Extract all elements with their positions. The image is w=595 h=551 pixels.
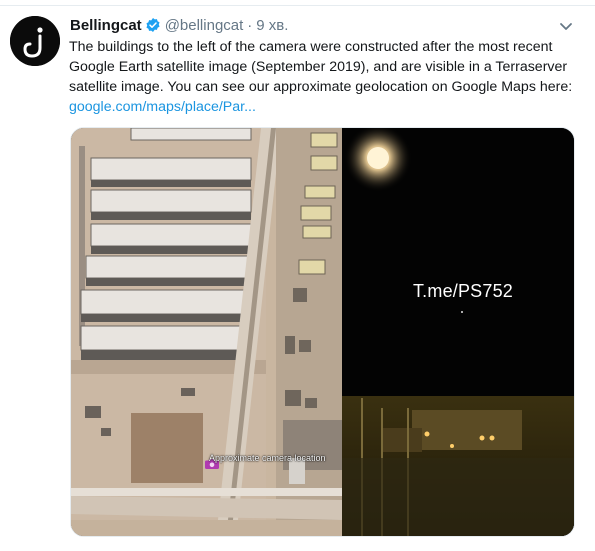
timestamp[interactable]: 9 хв. — [256, 17, 288, 34]
tweet-header: Bellingcat @bellingcat · 9 хв. — [70, 14, 288, 36]
tweet-text: The buildings to the left of the camera … — [69, 37, 579, 117]
separator-dot: · — [247, 16, 253, 34]
verified-badge-icon — [146, 18, 160, 32]
chevron-down-icon[interactable] — [556, 16, 576, 36]
camera-location-label: Approximate camera location — [209, 453, 326, 463]
tweet-media[interactable]: T.me/PS752 Approximate camera location — [70, 127, 575, 537]
satellite-image — [71, 128, 342, 536]
night-video-frame — [342, 128, 574, 536]
tweet-body: The buildings to the left of the camera … — [69, 39, 573, 95]
top-divider — [0, 0, 595, 6]
tweet-card[interactable]: Bellingcat @bellingcat · 9 хв. The build… — [0, 0, 595, 551]
maps-link[interactable]: google.com/maps/place/Par... — [69, 97, 579, 117]
video-watermark: T.me/PS752 — [412, 281, 514, 301]
bellingcat-logo-icon — [10, 16, 60, 66]
display-name[interactable]: Bellingcat — [70, 17, 142, 34]
handle[interactable]: @bellingcat — [165, 17, 244, 34]
avatar[interactable] — [10, 16, 60, 66]
